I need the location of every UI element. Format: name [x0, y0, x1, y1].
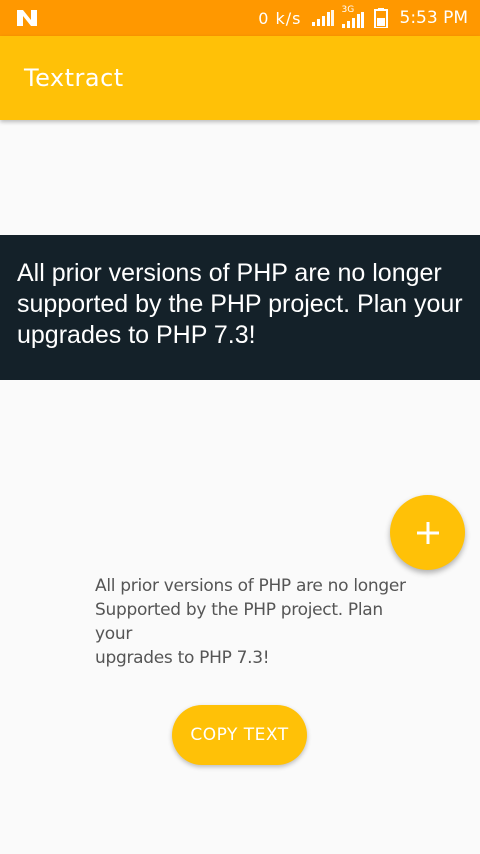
- signal-3g: 3G: [341, 5, 366, 28]
- copy-text-button-label: COPY TEXT: [190, 725, 289, 745]
- signal-icon: [311, 10, 334, 26]
- signal-3g-icon: [341, 12, 364, 28]
- status-bar: 0 k/s 3G 5:53 PM: [0, 0, 480, 36]
- extracted-text-line: All prior versions of PHP are no longer: [95, 576, 406, 596]
- clock: 5:53 PM: [399, 8, 469, 28]
- extracted-text-line: Supported by the PHP project. Plan your: [95, 600, 383, 644]
- add-image-button[interactable]: [390, 495, 465, 570]
- plus-icon: [416, 521, 439, 544]
- captured-image-text: All prior versions of PHP are no longer …: [17, 259, 463, 349]
- app-title: Textract: [24, 64, 124, 92]
- nougat-logo-icon: [17, 10, 37, 26]
- battery-icon: [373, 8, 388, 28]
- extracted-text: All prior versions of PHP are no longer …: [95, 574, 415, 670]
- app-bar: Textract: [0, 36, 480, 120]
- captured-image: All prior versions of PHP are no longer …: [0, 235, 480, 380]
- net-speed: 0 k/s: [258, 8, 302, 28]
- copy-text-button[interactable]: COPY TEXT: [172, 705, 307, 765]
- extracted-text-line: upgrades to PHP 7.3!: [95, 648, 270, 668]
